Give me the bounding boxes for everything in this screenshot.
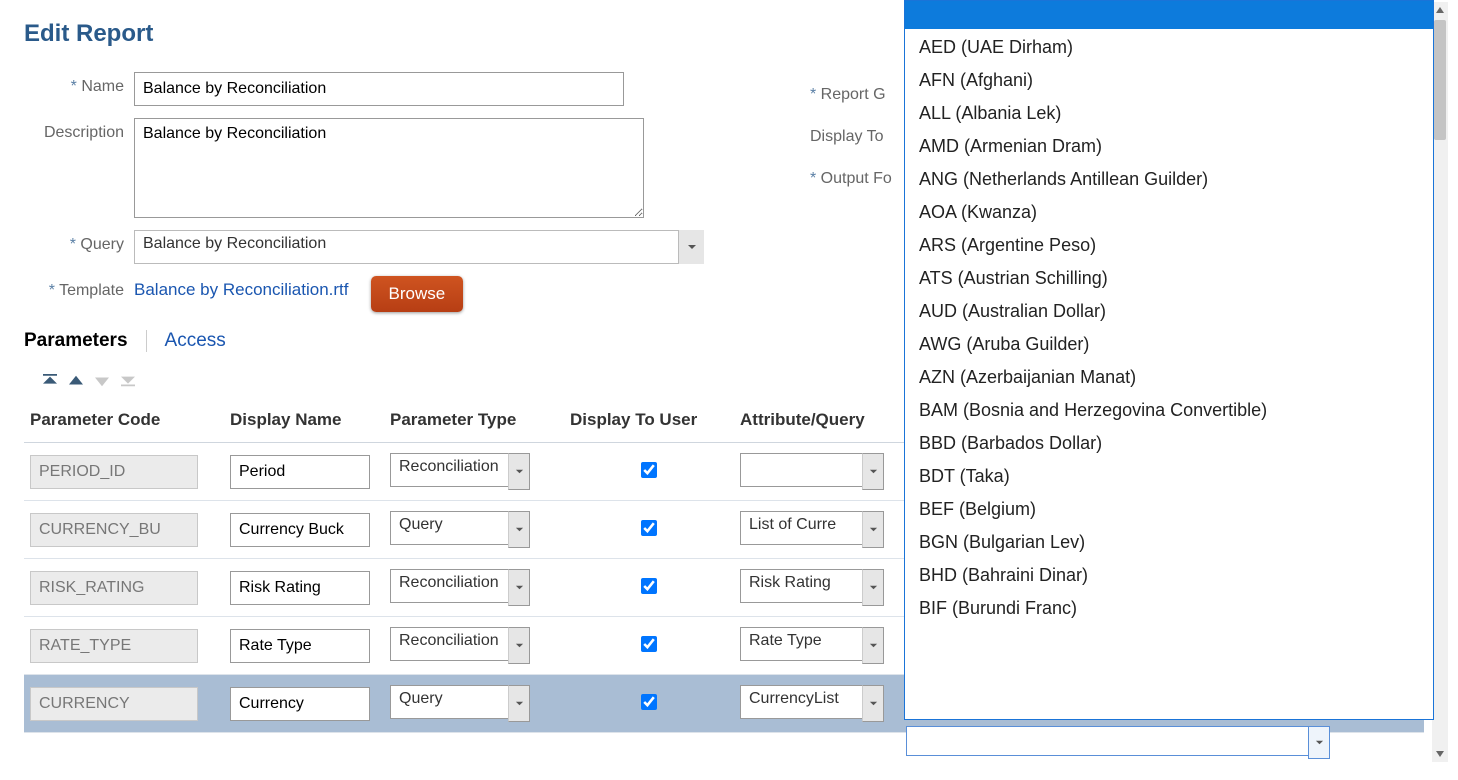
chevron-down-icon: [515, 467, 524, 476]
dropdown-option[interactable]: AOA (Kwanza): [905, 196, 1433, 229]
move-top-button[interactable]: [38, 370, 62, 392]
scroll-down-button[interactable]: [1432, 746, 1448, 762]
display-name-field[interactable]: [230, 629, 370, 663]
attribute-query-dropdown-button[interactable]: [862, 511, 884, 548]
output-format-label: Output Fo: [810, 164, 902, 188]
col-parameter-type[interactable]: Parameter Type: [384, 400, 564, 443]
dropdown-option[interactable]: BAM (Bosnia and Herzegovina Convertible): [905, 394, 1433, 427]
scroll-up-button[interactable]: [1432, 2, 1448, 18]
parameter-type-dropdown-button[interactable]: [508, 569, 530, 606]
chevron-down-icon: [869, 641, 878, 650]
display-to-user-checkbox[interactable]: [641, 462, 657, 478]
vertical-scrollbar[interactable]: [1432, 2, 1448, 762]
dropdown-option[interactable]: BGN (Bulgarian Lev): [905, 526, 1433, 559]
display-name-field[interactable]: [230, 571, 370, 605]
dropdown-option[interactable]: BBD (Barbados Dollar): [905, 427, 1433, 460]
chevron-down-icon: [869, 467, 878, 476]
browse-button[interactable]: Browse: [371, 276, 464, 312]
col-display-name[interactable]: Display Name: [224, 400, 384, 443]
dropdown-option[interactable]: AED (UAE Dirham): [905, 31, 1433, 64]
description-field[interactable]: Balance by Reconciliation: [134, 118, 644, 218]
display-to-user-checkbox[interactable]: [641, 578, 657, 594]
dropdown-header: [905, 1, 1433, 29]
template-file-link[interactable]: Balance by Reconciliation.rtf: [134, 276, 349, 300]
chevron-down-icon: [515, 583, 524, 592]
parameter-code-field: [30, 629, 198, 663]
move-up-button[interactable]: [64, 370, 88, 392]
chevron-down-icon: [515, 525, 524, 534]
display-to-user-label-top: Display To: [810, 122, 902, 146]
dropdown-option[interactable]: ALL (Albania Lek): [905, 97, 1433, 130]
currency-value-dropdown-button[interactable]: [1308, 726, 1330, 759]
double-arrow-up-icon: [41, 374, 59, 388]
parameter-type-dropdown-button[interactable]: [508, 627, 530, 664]
arrow-down-icon: [93, 374, 111, 388]
parameter-type-dropdown-button[interactable]: [508, 511, 530, 548]
template-label: Template: [24, 276, 134, 300]
attribute-query-dropdown-button[interactable]: [862, 453, 884, 490]
parameter-code-field: [30, 687, 198, 721]
parameter-type-dropdown-button[interactable]: [508, 685, 530, 722]
attribute-query-dropdown-button[interactable]: [862, 569, 884, 606]
query-select[interactable]: Balance by Reconciliation: [134, 230, 704, 264]
move-bottom-button[interactable]: [116, 370, 140, 392]
dropdown-option[interactable]: AWG (Aruba Guilder): [905, 328, 1433, 361]
name-field[interactable]: [134, 72, 624, 106]
parameter-code-field: [30, 571, 198, 605]
dropdown-option[interactable]: AMD (Armenian Dram): [905, 130, 1433, 163]
chevron-down-icon: [687, 242, 697, 252]
dropdown-option[interactable]: BIF (Burundi Franc): [905, 592, 1433, 625]
scroll-thumb[interactable]: [1434, 20, 1446, 140]
tab-separator: [146, 330, 147, 352]
chevron-down-icon: [1315, 738, 1324, 747]
chevron-down-icon: [869, 583, 878, 592]
dropdown-option[interactable]: BEF (Belgium): [905, 493, 1433, 526]
col-display-to-user[interactable]: Display To User: [564, 400, 734, 443]
parameter-type-dropdown-button[interactable]: [508, 453, 530, 490]
display-to-user-checkbox[interactable]: [641, 520, 657, 536]
currency-dropdown-list[interactable]: AED (UAE Dirham)AFN (Afghani)ALL (Albani…: [904, 0, 1434, 720]
dropdown-option[interactable]: ATS (Austrian Schilling): [905, 262, 1433, 295]
dropdown-option[interactable]: BDT (Taka): [905, 460, 1433, 493]
dropdown-option[interactable]: AFN (Afghani): [905, 64, 1433, 97]
dropdown-option[interactable]: AUD (Australian Dollar): [905, 295, 1433, 328]
dropdown-option[interactable]: ANG (Netherlands Antillean Guilder): [905, 163, 1433, 196]
display-to-user-checkbox[interactable]: [641, 636, 657, 652]
chevron-down-icon: [515, 641, 524, 650]
display-name-field[interactable]: [230, 513, 370, 547]
chevron-down-icon: [515, 699, 524, 708]
query-label: Query: [24, 230, 134, 254]
display-to-user-checkbox[interactable]: [641, 694, 657, 710]
chevron-down-icon: [869, 699, 878, 708]
chevron-down-icon: [869, 525, 878, 534]
display-name-field[interactable]: [230, 455, 370, 489]
display-name-field[interactable]: [230, 687, 370, 721]
arrow-up-icon: [67, 374, 85, 388]
name-label: Name: [24, 72, 134, 96]
parameter-code-field: [30, 455, 198, 489]
tab-access[interactable]: Access: [165, 330, 226, 352]
col-attribute-query[interactable]: Attribute/Query: [734, 400, 904, 443]
dropdown-option[interactable]: ARS (Argentine Peso): [905, 229, 1433, 262]
query-dropdown-button[interactable]: [678, 230, 704, 264]
parameter-code-field: [30, 513, 198, 547]
double-arrow-down-icon: [119, 374, 137, 388]
description-label: Description: [24, 118, 134, 142]
tab-parameters[interactable]: Parameters: [24, 330, 128, 352]
attribute-query-dropdown-button[interactable]: [862, 627, 884, 664]
col-parameter-code[interactable]: Parameter Code: [24, 400, 224, 443]
currency-value-select[interactable]: [906, 726, 1330, 756]
dropdown-option[interactable]: AZN (Azerbaijanian Manat): [905, 361, 1433, 394]
report-group-label: Report G: [810, 80, 902, 104]
dropdown-option[interactable]: BHD (Bahraini Dinar): [905, 559, 1433, 592]
move-down-button[interactable]: [90, 370, 114, 392]
attribute-query-dropdown-button[interactable]: [862, 685, 884, 722]
